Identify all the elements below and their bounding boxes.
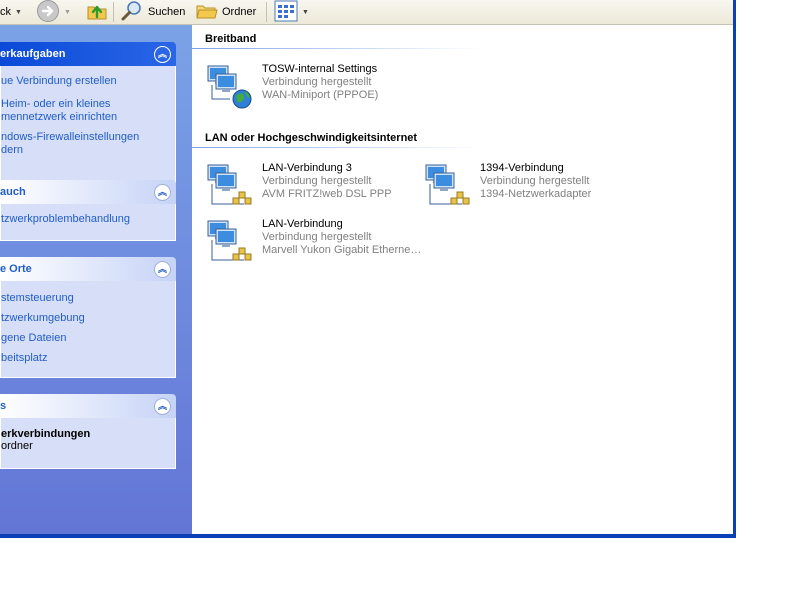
link-label: beitsplatz — [1, 352, 48, 364]
link-label: ndows-Firewalleinstellungen — [1, 131, 140, 143]
connection-name: LAN-Verbindung — [262, 218, 343, 230]
dropdown-arrow-icon[interactable]: ▼ — [64, 9, 71, 16]
network-places-link[interactable]: tzwerkumgebung — [1, 309, 175, 329]
link-label: tzwerkumgebung — [1, 312, 85, 324]
see-also-body: tzwerkproblembehandlung — [0, 204, 176, 241]
connection-device: AVM FRITZ!web DSL PPP — [262, 188, 392, 200]
connection-status: Verbindung hergestellt — [480, 175, 590, 187]
link-label: Heim- oder ein kleines — [1, 98, 111, 110]
connection-device: Marvell Yukon Gigabit Etherne… — [262, 244, 422, 256]
panel-title: s — [0, 400, 7, 412]
group-divider — [192, 48, 482, 49]
group-header-broadband: Breitband — [205, 33, 257, 45]
connection-status: Verbindung hergestellt — [262, 231, 372, 243]
window-frame-right — [733, 0, 736, 538]
lan-connection-icon — [206, 218, 256, 264]
network-tasks-header[interactable]: erkaufgaben ︽ — [0, 42, 176, 66]
window-frame-bottom — [0, 534, 736, 538]
lan-connection-icon — [424, 162, 474, 208]
folders-button[interactable]: Ordner — [196, 0, 256, 24]
dropdown-arrow-icon[interactable]: ▼ — [15, 9, 22, 16]
network-tasks-panel: erkaufgaben ︽ ue Verbindung erstellen He… — [0, 42, 176, 183]
connection-name: 1394-Verbindung — [480, 162, 564, 174]
connection-name: TOSW-internal Settings — [262, 63, 378, 75]
network-connections-window: ck ▼ ▼ Suchen Ordner ▼ erkaufgaben ︽ ue … — [0, 0, 736, 538]
connection-device: WAN-Miniport (PPPOE) — [262, 89, 379, 101]
forward-button[interactable]: ▼ — [36, 0, 71, 24]
views-button[interactable]: ▼ — [274, 0, 309, 24]
collapse-chevron-icon[interactable]: ︽ — [154, 45, 171, 63]
link-label: tzwerkproblembehandlung — [1, 213, 131, 225]
connection-device: 1394-Netzwerkadapter — [480, 188, 592, 200]
group-divider — [192, 147, 482, 148]
other-places-header[interactable]: e Orte ︽ — [0, 257, 176, 281]
back-label: ck — [0, 6, 11, 18]
search-icon — [120, 0, 144, 26]
collapse-chevron-icon[interactable]: ︽ — [154, 183, 171, 201]
connection-item[interactable]: LAN-Verbindung Verbindung hergestellt Ma… — [206, 218, 421, 264]
toolbar-separator — [113, 2, 114, 22]
connections-list: Breitband TOSW-internal Settings Verbind… — [192, 25, 733, 534]
my-computer-link[interactable]: beitsplatz — [1, 349, 175, 368]
details-header[interactable]: s ︽ — [0, 394, 176, 418]
collapse-chevron-icon[interactable]: ︽ — [154, 397, 171, 415]
folders-label: Ordner — [222, 6, 257, 18]
connection-item[interactable]: 1394-Verbindung Verbindung hergestellt 1… — [424, 162, 591, 208]
panel-title: erkaufgaben — [0, 48, 66, 60]
link-label: gene Dateien — [1, 332, 67, 344]
see-also-header[interactable]: auch ︽ — [0, 180, 176, 204]
views-icon — [274, 0, 298, 25]
network-tasks-body: ue Verbindung erstellen Heim- oder ein k… — [0, 66, 176, 183]
firewall-settings-link[interactable]: ndows-Firewalleinstellungen dern — [1, 127, 175, 160]
other-places-panel: e Orte ︽ stemsteuerung tzwerkumgebung ge… — [0, 257, 176, 378]
my-documents-link[interactable]: gene Dateien — [1, 329, 175, 349]
control-panel-link[interactable]: stemsteuerung — [1, 289, 175, 309]
dropdown-arrow-icon[interactable]: ▼ — [302, 9, 309, 16]
link-label: dern — [1, 144, 24, 156]
connection-name: LAN-Verbindung 3 — [262, 162, 352, 174]
broadband-connection-icon — [206, 63, 256, 109]
connection-status: Verbindung hergestellt — [262, 76, 372, 88]
connection-item[interactable]: TOSW-internal Settings Verbindung herges… — [206, 63, 378, 109]
other-places-body: stemsteuerung tzwerkumgebung gene Dateie… — [0, 281, 176, 378]
search-label: Suchen — [148, 6, 186, 18]
collapse-chevron-icon[interactable]: ︽ — [154, 260, 171, 278]
setup-home-network-link[interactable]: Heim- oder ein kleines mennetzwerk einri… — [1, 91, 175, 127]
details-panel: s ︽ erkverbindungen ordner — [0, 394, 176, 469]
connection-status: Verbindung hergestellt — [262, 175, 372, 187]
details-body: erkverbindungen ordner — [0, 418, 176, 469]
task-pane: erkaufgaben ︽ ue Verbindung erstellen He… — [0, 25, 192, 534]
toolbar: ck ▼ ▼ Suchen Ordner ▼ — [0, 0, 733, 25]
details-subtext: ordner — [1, 440, 33, 452]
network-troubleshooter-link[interactable]: tzwerkproblembehandlung — [1, 210, 175, 229]
forward-arrow-icon — [36, 0, 60, 26]
search-button[interactable]: Suchen — [120, 0, 185, 24]
link-label: mennetzwerk einrichten — [1, 111, 118, 123]
lan-connection-icon — [206, 162, 256, 208]
back-button[interactable]: ck ▼ — [0, 0, 22, 24]
group-header-lan: LAN oder Hochgeschwindigkeitsinternet — [205, 132, 418, 144]
see-also-panel: auch ︽ tzwerkproblembehandlung — [0, 180, 176, 241]
link-label: stemsteuerung — [1, 292, 74, 304]
details-heading: erkverbindungen — [1, 428, 91, 440]
panel-title: e Orte — [0, 263, 32, 275]
panel-title: auch — [0, 186, 26, 198]
connection-item[interactable]: LAN-Verbindung 3 Verbindung hergestellt … — [206, 162, 392, 208]
toolbar-separator — [266, 2, 267, 22]
folders-icon — [196, 0, 218, 25]
link-label: ue Verbindung erstellen — [1, 75, 117, 87]
create-connection-link[interactable]: ue Verbindung erstellen — [1, 72, 175, 91]
up-folder-button[interactable] — [86, 0, 108, 24]
folder-up-icon — [86, 0, 108, 25]
